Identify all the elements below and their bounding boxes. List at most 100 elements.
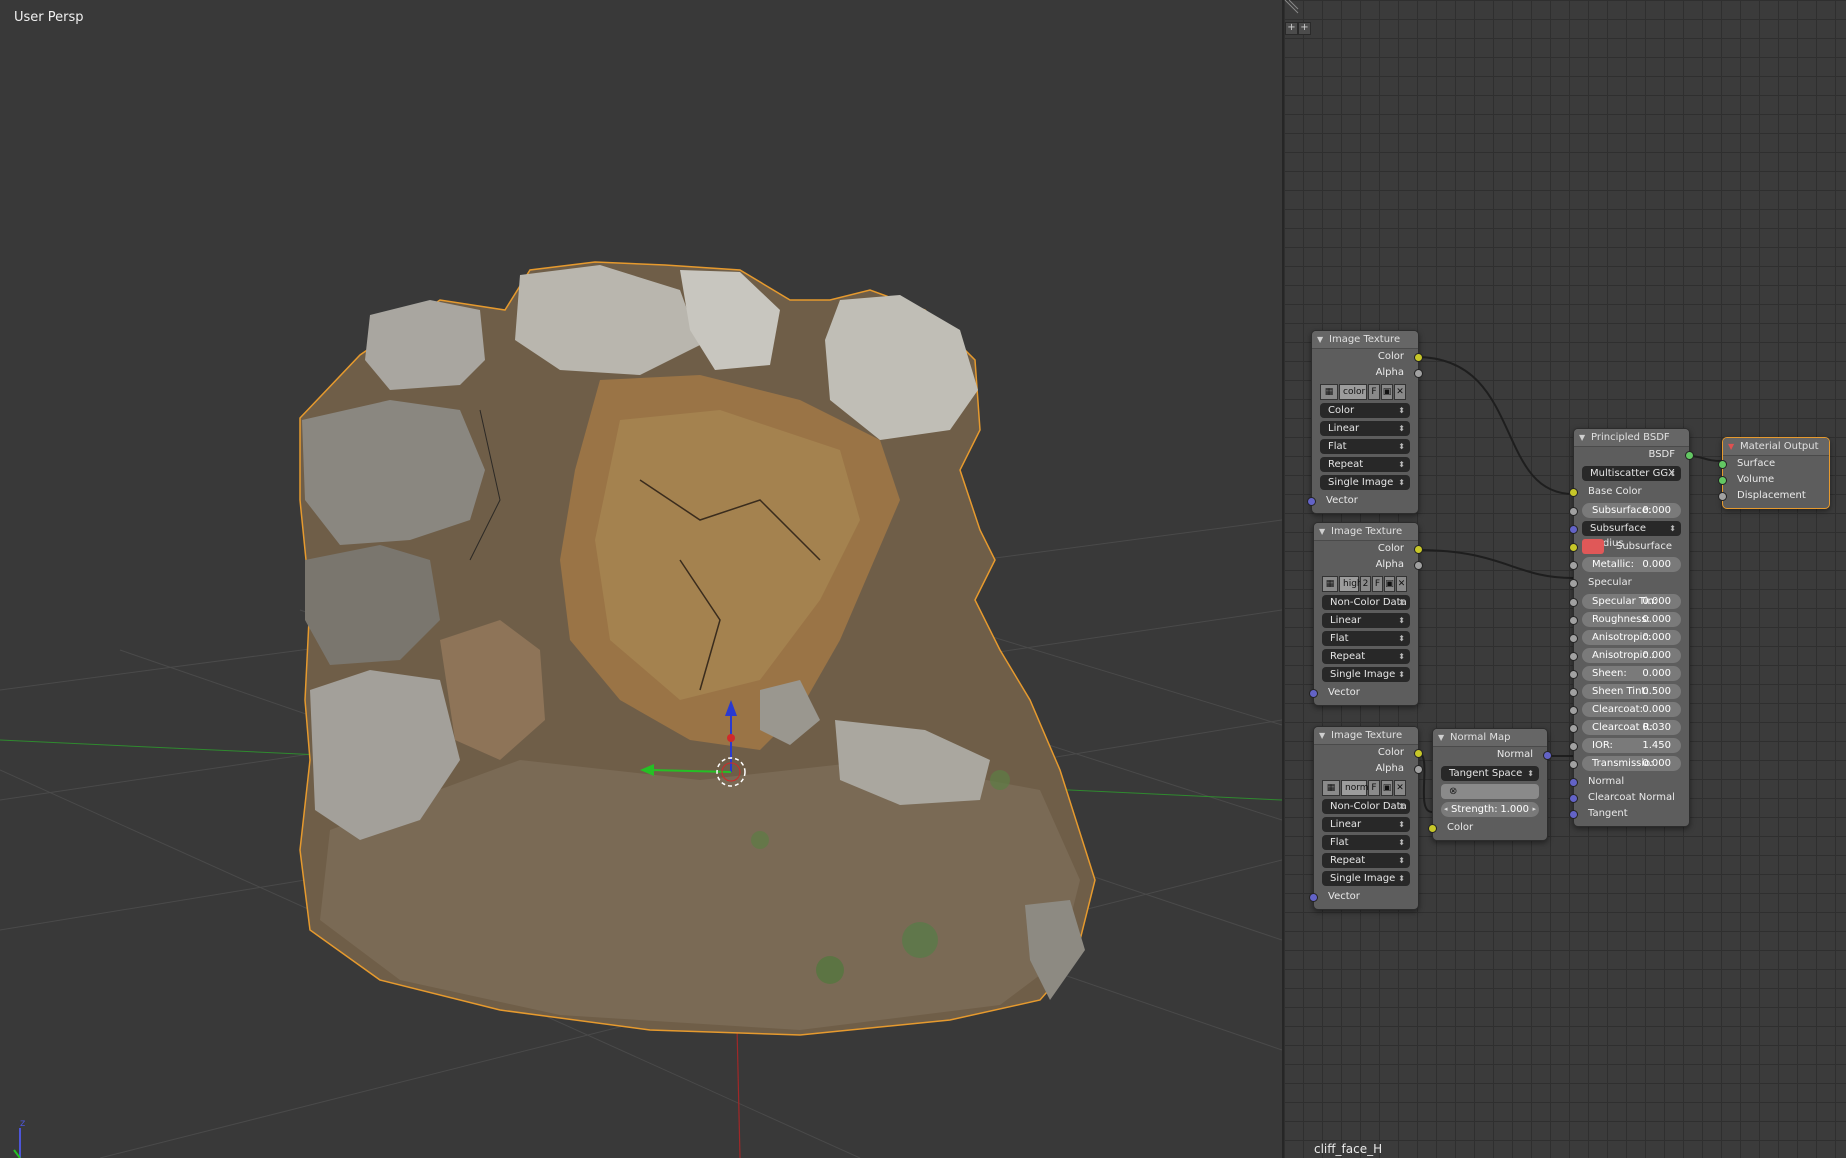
open-folder-icon[interactable]: ▣: [1381, 384, 1393, 400]
output-alpha-socket[interactable]: [1414, 561, 1423, 570]
collapse-triangle-icon[interactable]: ▼: [1728, 438, 1734, 455]
output-color-socket[interactable]: [1414, 353, 1423, 362]
subsurface-field[interactable]: Subsurface: 0.000: [1569, 503, 1681, 518]
image-browse-icon[interactable]: ▦: [1322, 576, 1338, 592]
fake-user-button[interactable]: F: [1372, 576, 1383, 592]
output-color-socket[interactable]: [1414, 749, 1423, 758]
image-selector[interactable]: ▦ color F ▣ ✕: [1320, 384, 1410, 400]
space-dropdown[interactable]: Tangent Space ⬍: [1441, 766, 1539, 781]
interpolation-dropdown[interactable]: Linear ⬍: [1322, 613, 1410, 628]
fake-user-button[interactable]: F: [1368, 384, 1380, 400]
input-surface-socket[interactable]: [1718, 460, 1727, 469]
image-selector[interactable]: ▦ norm F ▣ ✕: [1322, 780, 1410, 796]
input-subsurface-socket[interactable]: [1569, 507, 1578, 516]
interpolation-dropdown[interactable]: Linear ⬍: [1320, 421, 1410, 436]
image-name-field[interactable]: color: [1339, 384, 1367, 400]
uv-map-field[interactable]: ⊗: [1441, 784, 1539, 799]
input-vector-socket[interactable]: [1307, 497, 1316, 506]
output-normal-socket[interactable]: [1543, 751, 1552, 760]
open-folder-icon[interactable]: ▣: [1381, 780, 1393, 796]
clearcoat-roughness-field[interactable]: Clearcoat R: 0.030: [1569, 720, 1681, 735]
input-anisotropic-socket[interactable]: [1569, 634, 1578, 643]
roughness-field[interactable]: Roughness: 0.000: [1569, 612, 1681, 627]
input-subsurface-radius-socket[interactable]: [1569, 525, 1578, 534]
projection-dropdown[interactable]: Flat ⬍: [1320, 439, 1410, 454]
image-texture-node-spec[interactable]: ▼ Image Texture Color Alpha ▦ high 2 F ▣ …: [1309, 522, 1423, 706]
input-metallic-socket[interactable]: [1569, 561, 1578, 570]
distribution-dropdown[interactable]: Multiscatter GGX ⬍: [1582, 466, 1681, 481]
source-dropdown[interactable]: Single Image ⬍: [1320, 475, 1410, 490]
area-join-button[interactable]: +: [1298, 22, 1311, 35]
input-color-socket[interactable]: [1428, 824, 1437, 833]
metallic-field[interactable]: Metallic: 0.000: [1569, 557, 1681, 572]
source-dropdown[interactable]: Single Image ⬍: [1322, 871, 1410, 886]
image-name-field[interactable]: high: [1339, 576, 1363, 592]
input-specular-tint-socket[interactable]: [1569, 598, 1578, 607]
colorspace-dropdown[interactable]: Non-Color Data ⬍: [1322, 595, 1410, 610]
subsurface-color-row[interactable]: Subsurface Co: [1569, 539, 1681, 567]
anisotropic-rotation-field[interactable]: Anisotropic :0.000: [1569, 648, 1681, 663]
image-browse-icon[interactable]: ▦: [1320, 384, 1338, 400]
collapse-triangle-icon[interactable]: ▼: [1579, 429, 1585, 446]
unlink-x-icon[interactable]: ✕: [1394, 780, 1406, 796]
input-subsurface-color-socket[interactable]: [1569, 543, 1578, 552]
principled-bsdf-node[interactable]: ▼ Principled BSDF BSDF Multiscatter GGX ⬍ …: [1569, 428, 1694, 827]
input-sheen-socket[interactable]: [1569, 670, 1578, 679]
input-clearcoat-socket[interactable]: [1569, 706, 1578, 715]
extension-dropdown[interactable]: Repeat ⬍: [1322, 853, 1410, 868]
anisotropic-field[interactable]: Anisotropic: 0.000: [1569, 630, 1681, 645]
input-tangent-socket[interactable]: [1569, 810, 1578, 819]
input-base-color-socket[interactable]: [1569, 488, 1578, 497]
input-vector-socket[interactable]: [1309, 689, 1318, 698]
projection-dropdown[interactable]: Flat ⬍: [1322, 631, 1410, 646]
fake-user-button[interactable]: F: [1368, 780, 1380, 796]
extension-dropdown[interactable]: Repeat ⬍: [1322, 649, 1410, 664]
specular-tint-field[interactable]: Specular Tin: 0.000: [1569, 594, 1681, 609]
input-ior-socket[interactable]: [1569, 742, 1578, 751]
input-vector-socket[interactable]: [1309, 893, 1318, 902]
input-clearcoat-roughness-socket[interactable]: [1569, 724, 1578, 733]
node-editor[interactable]: + + ▼ Image Texture Color Alpha ▦ color F…: [1284, 0, 1846, 1158]
normal-map-node[interactable]: ▼ Normal Map Normal Tangent Space ⬍ ⊗ ◂ St…: [1428, 728, 1552, 841]
transmission-field[interactable]: Transmissio: 0.000: [1569, 756, 1681, 771]
output-bsdf-socket[interactable]: [1685, 451, 1694, 460]
strength-field[interactable]: ◂ Strength: 1.000 ▸: [1441, 802, 1539, 817]
unlink-x-icon[interactable]: ✕: [1396, 576, 1407, 592]
input-clearcoat-normal-socket[interactable]: [1569, 794, 1578, 803]
colorspace-dropdown[interactable]: Non-Color Data ⬍: [1322, 799, 1410, 814]
output-alpha-socket[interactable]: [1414, 765, 1423, 774]
clearcoat-field[interactable]: Clearcoat: 0.000: [1569, 702, 1681, 717]
image-browse-icon[interactable]: ▦: [1322, 780, 1340, 796]
collapse-triangle-icon[interactable]: ▼: [1438, 729, 1444, 746]
image-texture-node-normal[interactable]: ▼ Image Texture Color Alpha ▦ norm F ▣ ✕ …: [1309, 726, 1423, 910]
image-texture-node-color[interactable]: ▼ Image Texture Color Alpha ▦ color F ▣ ✕…: [1307, 330, 1423, 514]
collapse-triangle-icon[interactable]: ▼: [1317, 331, 1323, 348]
extension-dropdown[interactable]: Repeat ⬍: [1320, 457, 1410, 472]
input-anisotropic-rotation-socket[interactable]: [1569, 652, 1578, 661]
image-users-count[interactable]: 2: [1360, 576, 1371, 592]
input-volume-socket[interactable]: [1718, 476, 1727, 485]
subsurface-color-swatch[interactable]: [1582, 539, 1604, 554]
output-color-socket[interactable]: [1414, 545, 1423, 554]
interpolation-dropdown[interactable]: Linear ⬍: [1322, 817, 1410, 832]
collapse-triangle-icon[interactable]: ▼: [1319, 727, 1325, 744]
input-sheen-tint-socket[interactable]: [1569, 688, 1578, 697]
ior-field[interactable]: IOR: 1.450: [1569, 738, 1681, 753]
output-alpha-socket[interactable]: [1414, 369, 1423, 378]
projection-dropdown[interactable]: Flat ⬍: [1322, 835, 1410, 850]
image-selector[interactable]: ▦ high 2 F ▣ ✕: [1322, 576, 1410, 592]
collapse-triangle-icon[interactable]: ▼: [1319, 523, 1325, 540]
subsurface-radius-dropdown[interactable]: Subsurface Radius ⬍: [1569, 521, 1681, 549]
material-output-node[interactable]: ▼ Material Output Surface Volume Displace…: [1718, 437, 1830, 509]
sheen-tint-field[interactable]: Sheen Tint: 0.500: [1569, 684, 1681, 699]
sheen-field[interactable]: Sheen: 0.000: [1569, 666, 1681, 681]
input-normal-socket[interactable]: [1569, 778, 1578, 787]
unlink-x-icon[interactable]: ✕: [1394, 384, 1406, 400]
input-transmission-socket[interactable]: [1569, 760, 1578, 769]
input-roughness-socket[interactable]: [1569, 616, 1578, 625]
input-specular-socket[interactable]: [1569, 579, 1578, 588]
area-split-button[interactable]: +: [1285, 22, 1298, 35]
source-dropdown[interactable]: Single Image ⬍: [1322, 667, 1410, 682]
3d-viewport[interactable]: z User Persp: [0, 0, 1282, 1158]
input-displacement-socket[interactable]: [1718, 492, 1727, 501]
